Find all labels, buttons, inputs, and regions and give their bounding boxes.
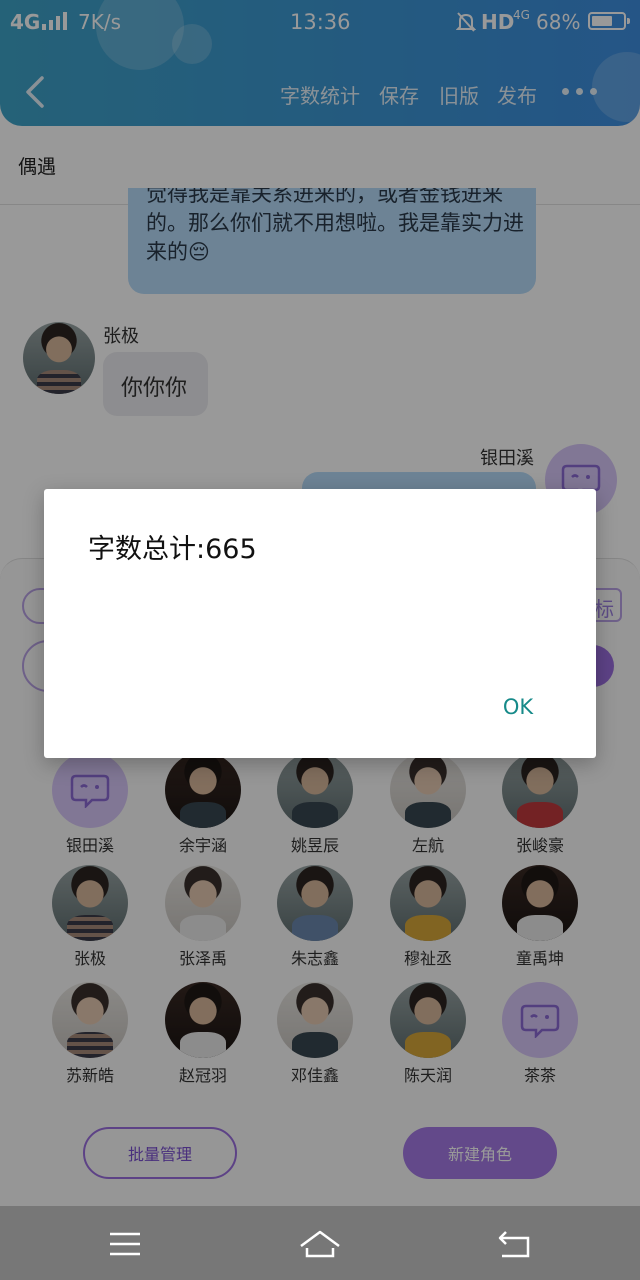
ok-button[interactable]: OK	[488, 685, 548, 729]
word-count-dialog: 字数总计:665 OK	[44, 489, 596, 758]
menu-icon[interactable]	[102, 1224, 148, 1264]
system-nav-bar	[0, 1206, 640, 1280]
dialog-message: 字数总计:665	[88, 534, 257, 565]
home-icon[interactable]	[297, 1224, 343, 1264]
back-icon[interactable]	[492, 1224, 538, 1264]
